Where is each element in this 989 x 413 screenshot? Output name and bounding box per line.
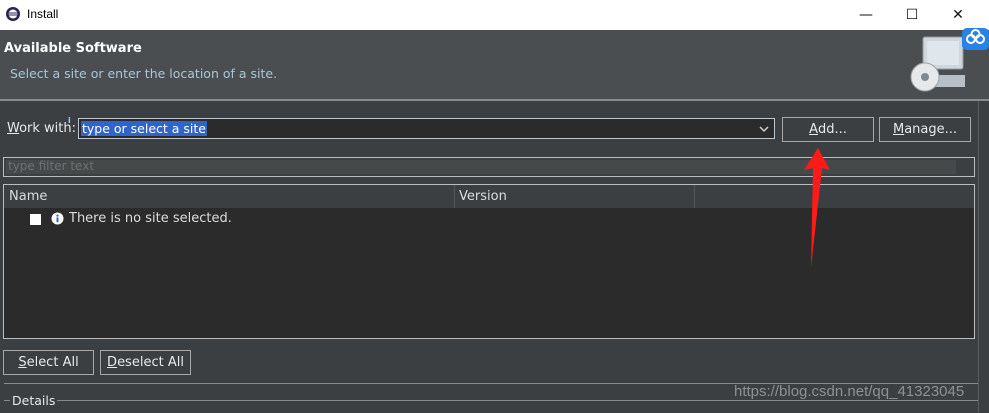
add-button[interactable]: Add... bbox=[782, 117, 874, 142]
watermark-text: https://blog.csdn.net/qq_41323045 bbox=[734, 383, 965, 400]
cloud-badge-icon bbox=[962, 28, 989, 50]
window-title: Install bbox=[27, 7, 59, 21]
maximize-icon: ☐ bbox=[905, 7, 919, 23]
work-with-combo[interactable]: type or select a site bbox=[78, 118, 775, 139]
row-checkbox[interactable] bbox=[30, 214, 41, 225]
close-icon: ✕ bbox=[952, 7, 964, 23]
software-table[interactable]: Name Version There is no site selected. bbox=[3, 184, 975, 339]
details-label: Details bbox=[10, 393, 58, 408]
info-marker-icon: i bbox=[68, 116, 71, 125]
deselect-all-button[interactable]: Deselect All bbox=[100, 350, 191, 375]
title-bar: Install — ☐ ✕ bbox=[0, 0, 989, 30]
manage-button[interactable]: Manage... bbox=[879, 117, 971, 142]
minimize-button[interactable]: — bbox=[843, 0, 889, 30]
filter-field[interactable]: type filter text bbox=[3, 157, 975, 177]
work-with-label: Work with: bbox=[7, 121, 77, 136]
header-divider bbox=[0, 99, 989, 101]
maximize-button[interactable]: ☐ bbox=[889, 0, 935, 30]
filter-input[interactable] bbox=[6, 160, 956, 174]
install-banner-icon bbox=[910, 36, 965, 92]
column-header-version[interactable]: Version bbox=[459, 189, 507, 204]
eclipse-app-icon bbox=[6, 7, 20, 21]
wizard-header: Available Software Select a site or ente… bbox=[0, 30, 989, 100]
table-row-text: There is no site selected. bbox=[69, 211, 232, 226]
column-divider bbox=[454, 185, 455, 208]
page-title: Available Software bbox=[4, 41, 142, 56]
page-subtitle: Select a site or enter the location of a… bbox=[10, 66, 278, 81]
chevron-down-icon[interactable] bbox=[757, 122, 771, 136]
details-group bbox=[4, 400, 978, 413]
info-icon bbox=[51, 212, 64, 225]
select-all-button[interactable]: Select All bbox=[3, 350, 94, 375]
table-header: Name Version bbox=[4, 185, 974, 208]
column-divider bbox=[694, 185, 695, 208]
filter-placeholder: type filter text bbox=[8, 159, 95, 173]
work-with-combo-value[interactable]: type or select a site bbox=[81, 121, 207, 136]
column-header-name[interactable]: Name bbox=[9, 189, 47, 204]
right-divider bbox=[978, 101, 979, 412]
right-scroll-track bbox=[978, 101, 989, 412]
close-button[interactable]: ✕ bbox=[935, 0, 981, 30]
minimize-icon: — bbox=[859, 7, 873, 23]
